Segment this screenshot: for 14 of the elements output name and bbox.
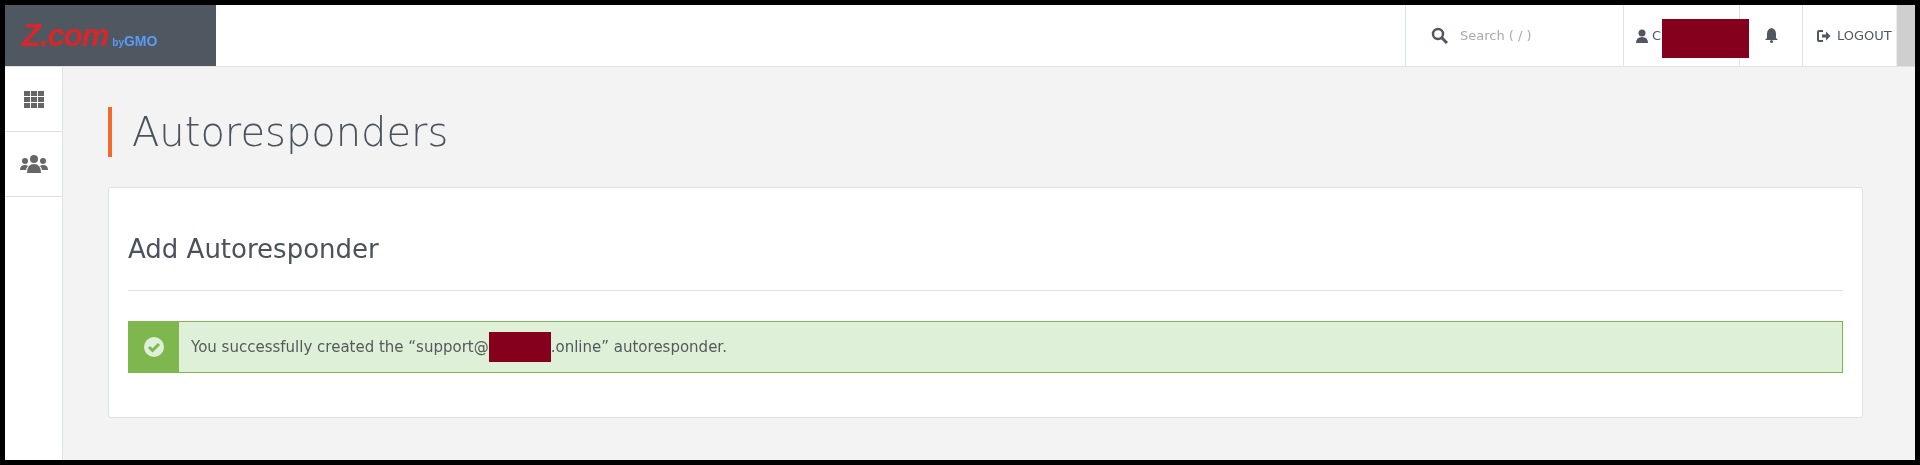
scrollbar[interactable] <box>1896 5 1915 66</box>
bell-icon[interactable] <box>1764 28 1778 43</box>
alert-text: .online” autoresponder. <box>550 338 727 356</box>
grid-icon <box>23 90 44 108</box>
search-field[interactable]: Search ( / ) <box>1458 27 1612 44</box>
sign-out-icon <box>1817 29 1831 42</box>
alert-text: You successfully created the “support@ <box>191 338 489 356</box>
user-name[interactable]: C <box>1652 28 1662 43</box>
check-circle-icon <box>143 336 165 358</box>
search-icon <box>1431 27 1448 44</box>
user-icon <box>1636 28 1648 43</box>
users-icon <box>19 154 48 174</box>
page-title: Autoresponders <box>108 107 1863 157</box>
card-title: Add Autoresponder <box>128 234 1843 291</box>
